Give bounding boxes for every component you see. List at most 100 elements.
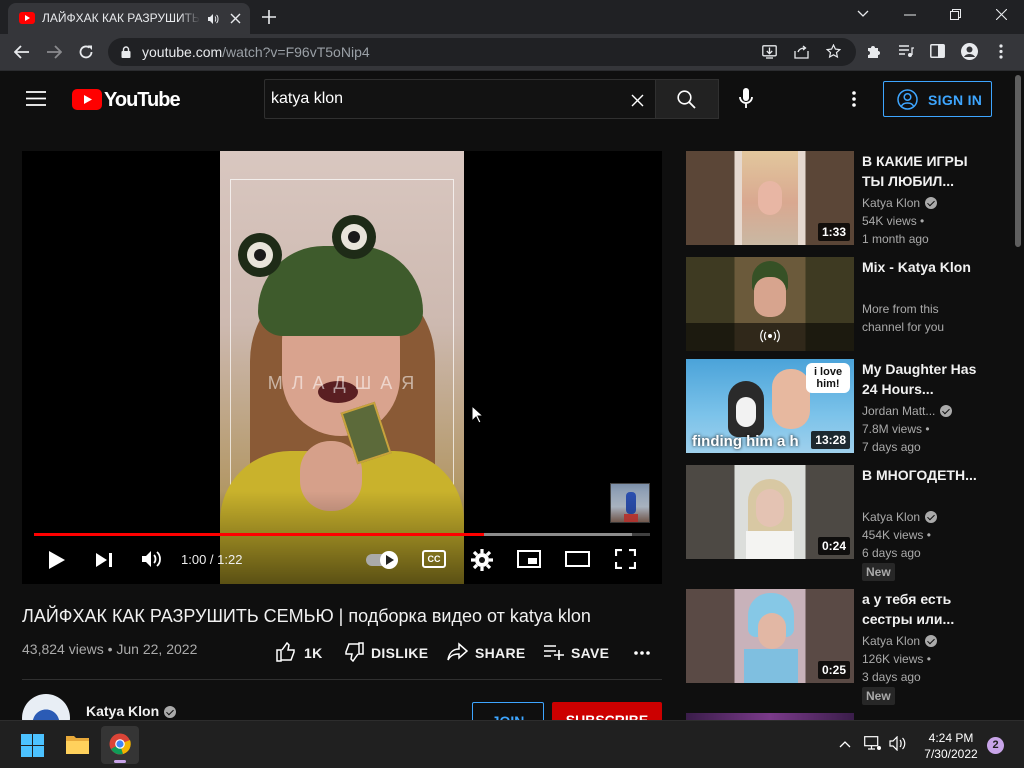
browser-tab[interactable]: ЛАЙФХАК КАК РАЗРУШИТЬ	[8, 3, 250, 34]
video-duration: 13:28	[811, 431, 850, 449]
verified-check-icon	[925, 197, 938, 209]
next-video-icon[interactable]	[95, 552, 113, 568]
address-bar[interactable]: youtube.com/watch?v=F96vT5oNip4	[108, 38, 856, 66]
windows-start-icon[interactable]	[21, 734, 44, 757]
dislike-label: DISLIKE	[371, 645, 429, 661]
back-arrow-icon[interactable]	[14, 45, 30, 59]
verified-check-icon	[940, 405, 953, 417]
video-frog-hat-shape	[258, 246, 423, 336]
settings-gear-icon[interactable]	[471, 549, 493, 571]
save-button[interactable]: SAVE	[543, 642, 609, 664]
hamburger-menu-icon[interactable]	[26, 91, 46, 106]
volume-icon[interactable]	[141, 549, 162, 569]
scrollbar-thumb[interactable]	[1015, 75, 1021, 247]
system-clock[interactable]: 4:24 PM 7/30/2022	[915, 730, 987, 762]
recommendation-item[interactable]: 0:24 В МНОГОДЕТН... Katya Klon 454K view…	[686, 465, 986, 581]
new-badge: New	[862, 687, 895, 705]
tab-audio-icon[interactable]	[207, 13, 219, 25]
thumb-shirt-shape	[746, 531, 794, 559]
taskbar-chrome-active[interactable]	[101, 726, 139, 764]
youtube-logo-icon	[72, 89, 102, 110]
share-button[interactable]: SHARE	[447, 642, 526, 664]
bookmark-star-icon[interactable]	[826, 44, 841, 59]
recommendation-thumbnail-partial[interactable]	[686, 713, 854, 720]
tab-search-chevron-icon[interactable]	[857, 10, 869, 18]
recommendation-channel-text: Katya Klon	[862, 634, 921, 648]
fullscreen-icon[interactable]	[615, 549, 636, 569]
video-player[interactable]: М Л А Д Ш А Я 1:00 / 1:22 CC	[22, 151, 662, 584]
file-explorer-icon[interactable]	[65, 734, 90, 755]
url-path: /watch?v=F96vT5oNip4	[222, 44, 370, 60]
time-display: 1:00 / 1:22	[181, 552, 243, 567]
speaker-volume-icon[interactable]	[889, 736, 907, 751]
notification-badge[interactable]: 2	[987, 737, 1004, 754]
search-query-text: katya klon	[271, 90, 344, 107]
install-app-icon[interactable]	[762, 45, 777, 59]
like-button[interactable]: 1K	[276, 642, 324, 664]
recommendation-item[interactable]: 0:25 а у тебя есть сестры или... Katya K…	[686, 589, 986, 705]
settings-more-icon[interactable]	[852, 91, 856, 107]
dislike-button[interactable]: DISLIKE	[344, 642, 428, 664]
verified-check-icon	[925, 511, 938, 523]
recommendation-line1: More from this	[862, 302, 939, 316]
thumb-costume-shape	[744, 649, 798, 683]
voice-search-mic-icon[interactable]	[739, 88, 753, 110]
forward-arrow-icon[interactable]	[46, 45, 62, 59]
account-circle-icon	[897, 89, 918, 110]
verified-check-icon	[164, 706, 177, 718]
recommendation-thumbnail[interactable]: 1:33	[686, 151, 854, 245]
autoplay-toggle[interactable]	[366, 551, 398, 569]
new-tab-icon[interactable]	[262, 10, 276, 24]
more-actions-icon[interactable]	[634, 651, 650, 655]
recommendation-thumbnail[interactable]	[686, 257, 854, 351]
sign-in-button[interactable]: SIGN IN	[883, 81, 992, 117]
recommendation-title: а у тебя есть сестры или...	[862, 591, 955, 627]
recommendation-thumbnail[interactable]: 0:25	[686, 589, 854, 683]
autoplay-play-icon	[386, 555, 394, 565]
recommendation-title: My Daughter Has 24 Hours...	[862, 361, 977, 397]
thumbs-down-icon	[345, 642, 364, 662]
show-hidden-icons-chevron-icon[interactable]	[839, 740, 851, 748]
reload-icon[interactable]	[78, 44, 94, 60]
clear-search-icon[interactable]	[631, 94, 644, 107]
search-button[interactable]	[655, 79, 719, 119]
recommendation-age: 7 days ago	[862, 440, 921, 454]
thumb-face-detail	[758, 181, 782, 215]
frog-eye-left-pupil	[254, 249, 266, 261]
youtube-logo[interactable]: YouTube	[72, 88, 181, 112]
youtube-header: YouTube katya klon SIGN IN	[0, 71, 1024, 127]
window-minimize-icon[interactable]	[904, 14, 916, 16]
lock-icon[interactable]	[121, 46, 131, 58]
recommendation-channel: Jordan Matt...	[862, 404, 953, 418]
recommendation-channel: Katya Klon	[862, 634, 938, 648]
extensions-puzzle-icon[interactable]	[866, 44, 881, 59]
miniplayer-icon[interactable]	[517, 550, 541, 568]
window-restore-icon[interactable]	[950, 9, 961, 20]
profile-avatar-icon[interactable]	[961, 43, 978, 60]
share-label: SHARE	[475, 645, 526, 661]
clock-time: 4:24 PM	[928, 731, 974, 745]
recommendation-item-mix[interactable]: Mix - Katya Klon More from this channel …	[686, 257, 986, 353]
side-panel-icon[interactable]	[930, 44, 945, 58]
channel-name[interactable]: Katya Klon	[86, 703, 177, 719]
recommendation-age: 3 days ago	[862, 670, 921, 684]
recommendation-item[interactable]: i love him! finding him a h 13:28 My Dau…	[686, 359, 986, 455]
recommendation-thumbnail[interactable]: i love him! finding him a h 13:28	[686, 359, 854, 453]
recommendation-channel: Katya Klon	[862, 196, 938, 210]
recommendation-thumbnail[interactable]: 0:24	[686, 465, 854, 559]
theater-mode-icon[interactable]	[565, 551, 590, 567]
thumb-face-shape	[756, 489, 784, 527]
recommendation-item[interactable]: 1:33 В КАКИЕ ИГРЫ ТЫ ЛЮБИЛ... Katya Klon…	[686, 151, 986, 247]
share-page-icon[interactable]	[794, 45, 809, 59]
play-icon[interactable]	[48, 550, 66, 570]
window-close-icon[interactable]	[996, 9, 1007, 20]
search-input[interactable]: katya klon	[264, 79, 656, 119]
progress-bar[interactable]	[34, 533, 650, 536]
subtitles-cc-button[interactable]: CC	[422, 550, 446, 568]
media-queue-icon[interactable]	[898, 44, 914, 58]
network-icon[interactable]	[864, 736, 881, 751]
page-scrollbar[interactable]	[1012, 71, 1024, 720]
tab-close-icon[interactable]	[230, 13, 241, 24]
search-icon	[677, 90, 696, 109]
chrome-menu-icon[interactable]	[999, 44, 1003, 59]
